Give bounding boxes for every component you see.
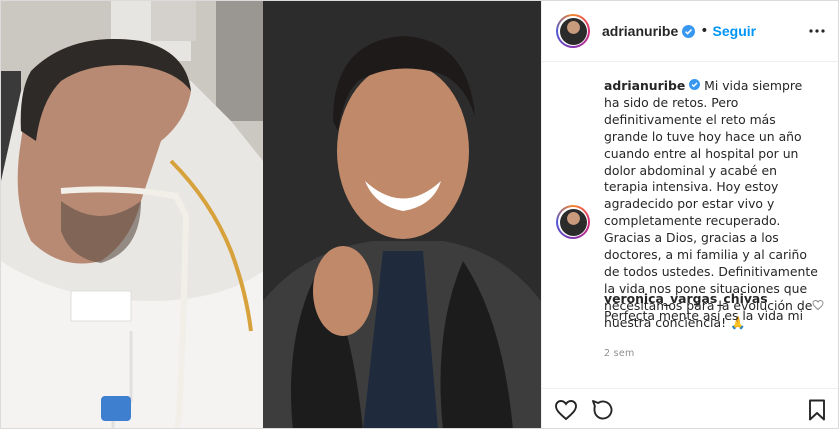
- hospital-photo-illustration: [1, 1, 263, 428]
- instagram-post: adrianuribe • Seguir adrianuribe Mi vida…: [0, 0, 839, 429]
- post-header: adrianuribe • Seguir: [542, 1, 838, 62]
- caption-username[interactable]: adrianuribe: [604, 78, 685, 93]
- comments-list[interactable]: adrianuribe Mi vida siempre ha sido de r…: [542, 62, 838, 388]
- caption-verified-icon: [689, 79, 701, 90]
- header-separator: •: [700, 23, 709, 39]
- follow-button[interactable]: Seguir: [713, 23, 757, 39]
- author-avatar-inner: [558, 16, 588, 46]
- post-media[interactable]: [1, 1, 541, 428]
- caption-avatar-image: [559, 208, 587, 236]
- caption-avatar-column: [556, 78, 590, 332]
- heart-icon[interactable]: [554, 398, 578, 422]
- more-options-icon[interactable]: [807, 21, 827, 41]
- comment-like-heart-icon[interactable]: [812, 296, 824, 311]
- author-avatar[interactable]: [556, 14, 590, 48]
- post-side-panel: adrianuribe • Seguir adrianuribe Mi vida…: [541, 1, 838, 428]
- hospital-photo: [1, 1, 263, 428]
- caption-avatar[interactable]: [556, 205, 590, 239]
- verified-badge-icon: [682, 24, 696, 38]
- author-avatar-image: [559, 17, 587, 45]
- comment-item: veronica_vargas_chivas Perfecta mente as…: [604, 290, 826, 324]
- comment-username[interactable]: veronica_vargas_chivas: [604, 290, 826, 307]
- portrait-photo: [263, 1, 541, 428]
- bookmark-icon[interactable]: [805, 398, 829, 422]
- action-bar: [542, 388, 838, 428]
- post-timestamp[interactable]: 2 sem: [604, 348, 827, 359]
- comment-icon[interactable]: [591, 398, 615, 422]
- caption-avatar-inner: [558, 207, 588, 237]
- portrait-photo-illustration: [263, 1, 541, 428]
- author-username[interactable]: adrianuribe: [602, 23, 678, 39]
- comment-text: Perfecta mente así es la vida mi: [604, 308, 804, 323]
